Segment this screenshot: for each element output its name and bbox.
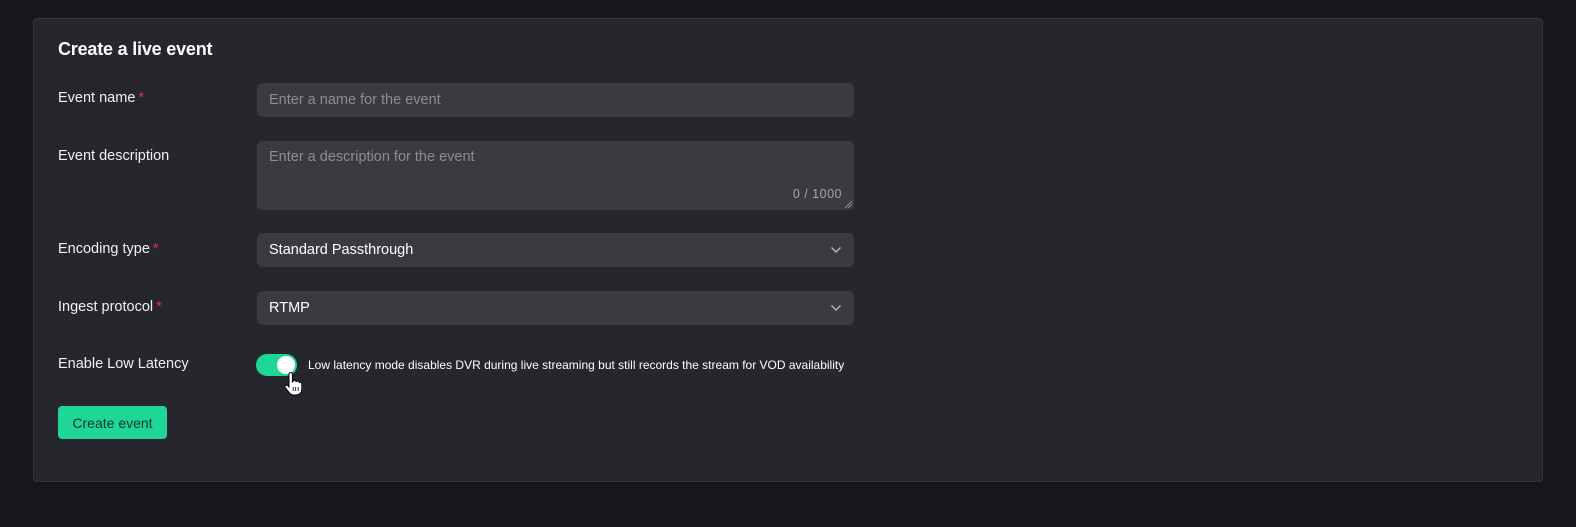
chevron-down-icon bbox=[830, 244, 842, 256]
ingest-protocol-label: Ingest protocol * bbox=[58, 299, 162, 315]
ingest-protocol-select[interactable]: RTMP bbox=[257, 291, 854, 325]
character-counter: 0 / 1000 bbox=[792, 187, 842, 201]
event-description-label: Event description bbox=[58, 148, 170, 164]
resize-handle-icon[interactable] bbox=[844, 200, 852, 208]
encoding-type-value: Standard Passthrough bbox=[269, 242, 414, 258]
encoding-type-label: Encoding type * bbox=[58, 241, 159, 257]
required-marker: * bbox=[156, 299, 162, 315]
create-event-button[interactable]: Create event bbox=[58, 406, 167, 439]
low-latency-description: Low latency mode disables DVR during liv… bbox=[308, 358, 845, 372]
encoding-type-label-text: Encoding type bbox=[58, 241, 150, 257]
event-description-textarea[interactable] bbox=[257, 141, 854, 210]
hand-pointer-icon bbox=[284, 372, 302, 396]
create-event-card: Create a live event Event name* Event de… bbox=[33, 18, 1543, 482]
low-latency-label: Enable Low Latency bbox=[58, 356, 189, 372]
ingest-protocol-label-text: Ingest protocol bbox=[58, 299, 154, 315]
chevron-down-icon bbox=[830, 302, 842, 314]
page-title: Create a live event bbox=[58, 39, 213, 59]
event-name-input[interactable] bbox=[257, 83, 854, 117]
required-marker: * bbox=[152, 241, 159, 257]
event-name-label-text: Event name bbox=[58, 90, 136, 106]
event-name-label: Event name * bbox=[58, 90, 144, 106]
required-marker: * bbox=[138, 90, 145, 106]
encoding-type-select[interactable]: Standard Passthrough bbox=[257, 233, 854, 267]
ingest-protocol-value: RTMP bbox=[269, 300, 310, 316]
event-description-wrapper: 0 / 1000 bbox=[257, 141, 854, 210]
